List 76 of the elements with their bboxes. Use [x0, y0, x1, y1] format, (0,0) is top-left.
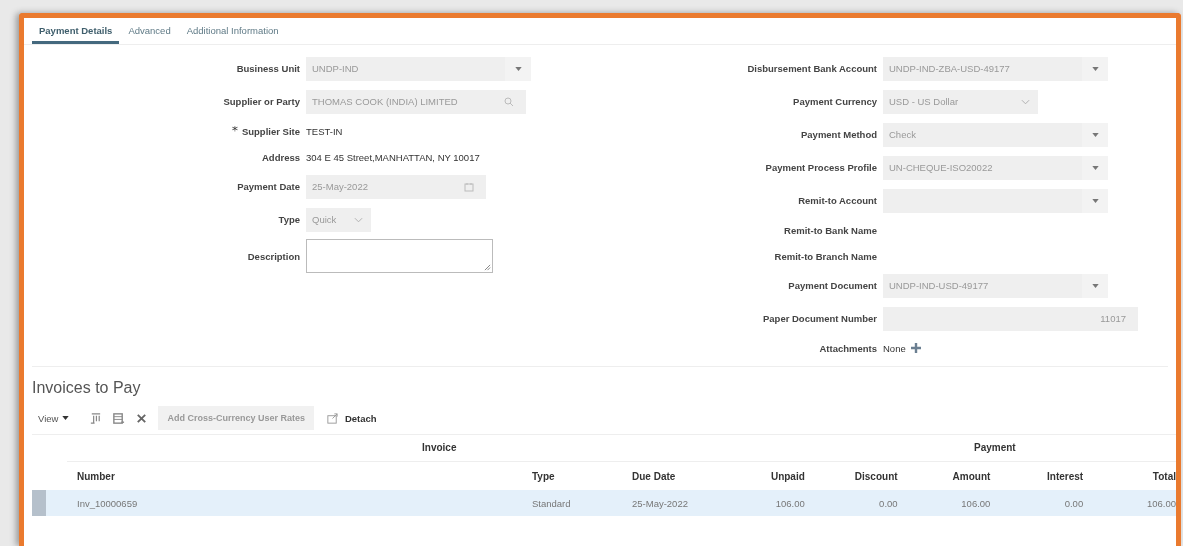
column-header[interactable]: Unpaid [712, 470, 805, 482]
field-label: Remit-to Bank Name [784, 224, 877, 236]
chevron-down-icon [354, 216, 363, 223]
search-field[interactable]: THOMAS COOK (INDIA) LIMITED [306, 89, 526, 114]
field-label: Supplier Site [231, 125, 300, 137]
number-field[interactable]: 11017 [883, 306, 1138, 331]
field-label: Payment Document [788, 280, 877, 291]
column-header[interactable]: Amount [897, 470, 991, 482]
dropdown-field[interactable]: USD - US Dollar [883, 89, 1038, 114]
dropdown-field[interactable]: Quick [306, 207, 371, 232]
dropdown-arrow-icon [1091, 165, 1099, 170]
add-icon[interactable] [909, 342, 922, 354]
calendar-icon [464, 181, 474, 192]
field-label: Payment Currency [793, 96, 877, 107]
detach-icon [325, 411, 339, 425]
table-cell-text: 106.00 [1145, 497, 1176, 509]
row-selection-marker [32, 490, 46, 516]
column-group-header: Invoice [422, 442, 457, 453]
dropdown-field[interactable]: Check [883, 122, 1108, 147]
column-header[interactable]: Discount [804, 470, 898, 482]
field-label: Business Unit [236, 63, 300, 74]
table-cell-text: 0.00 [878, 497, 898, 509]
dropdown-arrow-icon [62, 416, 70, 420]
dropdown-field[interactable]: UNDP-IND [306, 56, 531, 81]
dropdown-arrow-icon [1091, 66, 1099, 71]
tab[interactable]: Additional Information [179, 25, 286, 44]
field-label: Type [278, 214, 300, 225]
dropdown-field[interactable] [883, 188, 1108, 213]
freeze-columns-icon[interactable] [89, 411, 103, 425]
delete-icon[interactable] [135, 411, 149, 425]
column-header[interactable]: Due Date [632, 470, 712, 482]
field-label: Payment Process Profile [765, 162, 877, 173]
dropdown-arrow-icon [1091, 283, 1099, 288]
field-label: Paper Document Number [762, 313, 877, 324]
field-label: Description [247, 250, 300, 262]
column-group-header: Payment [974, 442, 1016, 453]
tab[interactable]: Advanced [121, 25, 178, 44]
table-cell-text: Inv_10000659 [77, 497, 139, 509]
dropdown-arrow-icon [514, 66, 522, 71]
column-header[interactable]: Total [1083, 470, 1176, 482]
dropdown-arrow-icon [1091, 132, 1099, 137]
field-value: TEST-IN [306, 125, 343, 137]
section-title: Invoices to Pay [32, 379, 142, 397]
table-cell-text: 0.00 [1063, 497, 1084, 509]
detach-button[interactable]: Detach [323, 411, 377, 425]
description-field[interactable] [306, 239, 493, 273]
table-row[interactable]: Inv_10000659 Standard 25-May-2022 106.00 0.00 106.00 0.00 106.00 [32, 490, 1176, 516]
chevron-down-icon [1021, 98, 1030, 105]
table-cell-text: 25-May-2022 [632, 497, 689, 509]
column-header[interactable]: Interest [990, 470, 1084, 482]
column-header[interactable]: Type [532, 470, 632, 482]
date-field[interactable]: 25-May-2022 [306, 174, 486, 199]
view-menu[interactable]: View [38, 412, 70, 424]
field-label: Remit-to Branch Name [774, 250, 877, 262]
attachments-value: None [883, 342, 906, 354]
tab[interactable]: Payment Details [32, 25, 120, 44]
table-icon[interactable] [112, 411, 126, 425]
search-icon [504, 96, 514, 107]
dropdown-arrow-icon [1091, 198, 1099, 203]
table-cell-text: 106.00 [774, 497, 805, 509]
field-label: Payment Method [801, 129, 877, 140]
field-label: Address [262, 151, 300, 163]
add-rates-button[interactable]: Add Cross-Currency User Rates [158, 406, 314, 430]
field-label: Disbursement Bank Account [747, 63, 877, 74]
field-value: 304 E 45 Street,MANHATTAN, NY 10017 [306, 151, 480, 163]
field-label: Remit-to Account [798, 195, 877, 206]
column-header[interactable]: Number [77, 470, 532, 482]
dropdown-field[interactable]: UN-CHEQUE-ISO20022 [883, 155, 1108, 180]
table-cell-text: Standard [532, 497, 572, 509]
table-cell-text: 106.00 [960, 497, 991, 509]
field-label: Attachments [819, 342, 877, 354]
dropdown-field[interactable]: UNDP-IND-USD-49177 [883, 273, 1108, 298]
resize-grip-icon [484, 264, 491, 271]
field-label: Supplier or Party [223, 96, 300, 107]
dropdown-field[interactable]: UNDP-IND-ZBA-USD-49177 [883, 56, 1108, 81]
field-label: Payment Date [237, 181, 300, 192]
